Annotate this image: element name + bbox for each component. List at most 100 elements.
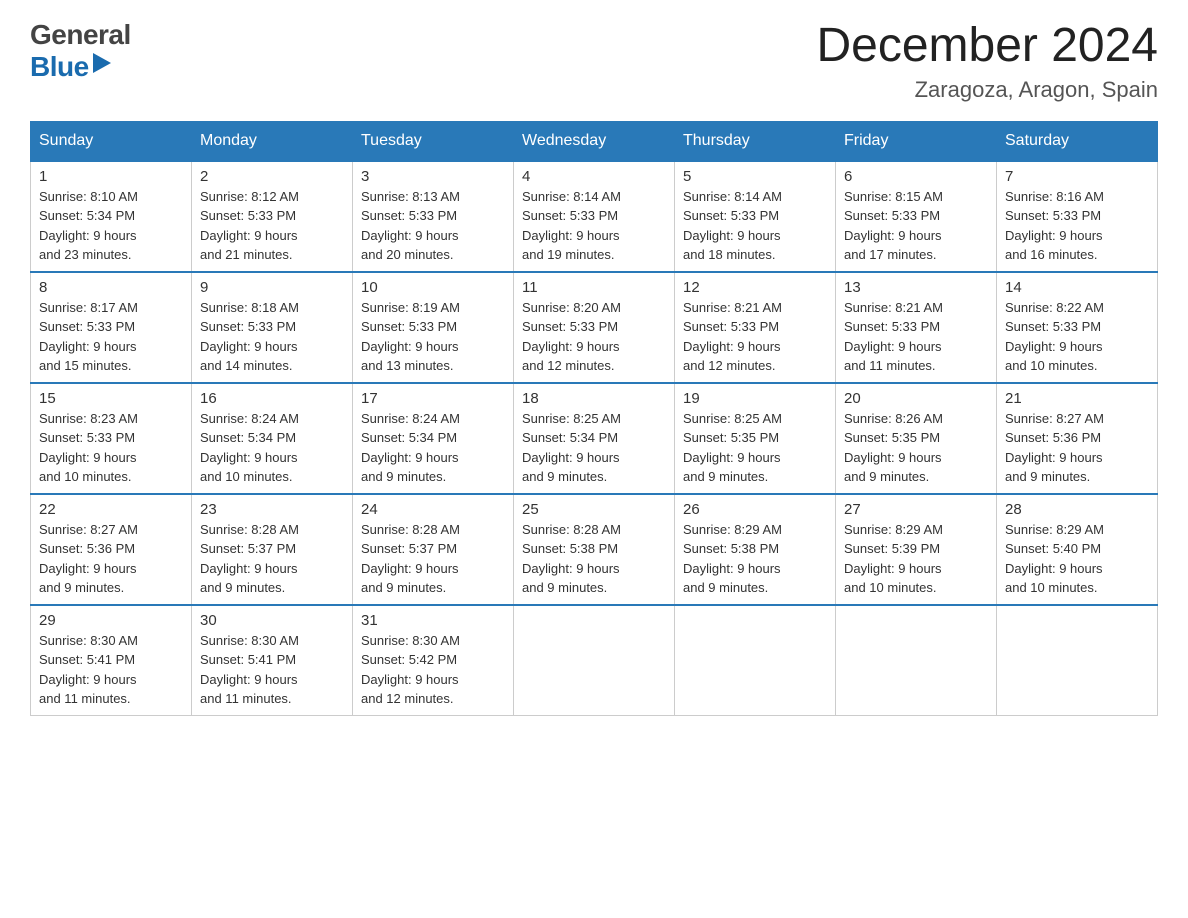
day-number: 11 [522, 279, 666, 296]
day-info: Sunrise: 8:10 AMSunset: 5:34 PMDaylight:… [39, 187, 183, 265]
day-info: Sunrise: 8:14 AMSunset: 5:33 PMDaylight:… [683, 187, 827, 265]
day-number: 6 [844, 168, 988, 185]
day-number: 22 [39, 501, 183, 518]
calendar-cell [675, 605, 836, 716]
calendar-cell: 2 Sunrise: 8:12 AMSunset: 5:33 PMDayligh… [192, 161, 353, 272]
calendar-cell: 5 Sunrise: 8:14 AMSunset: 5:33 PMDayligh… [675, 161, 836, 272]
calendar-cell: 19 Sunrise: 8:25 AMSunset: 5:35 PMDaylig… [675, 383, 836, 494]
calendar-cell: 14 Sunrise: 8:22 AMSunset: 5:33 PMDaylig… [997, 272, 1158, 383]
weekday-header-saturday: Saturday [997, 121, 1158, 161]
calendar-cell: 6 Sunrise: 8:15 AMSunset: 5:33 PMDayligh… [836, 161, 997, 272]
day-info: Sunrise: 8:30 AMSunset: 5:41 PMDaylight:… [39, 631, 183, 709]
calendar-cell: 17 Sunrise: 8:24 AMSunset: 5:34 PMDaylig… [353, 383, 514, 494]
day-number: 26 [683, 501, 827, 518]
day-number: 1 [39, 168, 183, 185]
day-info: Sunrise: 8:18 AMSunset: 5:33 PMDaylight:… [200, 298, 344, 376]
calendar-cell: 29 Sunrise: 8:30 AMSunset: 5:41 PMDaylig… [31, 605, 192, 716]
calendar-cell: 13 Sunrise: 8:21 AMSunset: 5:33 PMDaylig… [836, 272, 997, 383]
calendar-cell: 7 Sunrise: 8:16 AMSunset: 5:33 PMDayligh… [997, 161, 1158, 272]
calendar-cell: 26 Sunrise: 8:29 AMSunset: 5:38 PMDaylig… [675, 494, 836, 605]
calendar-cell: 9 Sunrise: 8:18 AMSunset: 5:33 PMDayligh… [192, 272, 353, 383]
day-number: 19 [683, 390, 827, 407]
day-info: Sunrise: 8:16 AMSunset: 5:33 PMDaylight:… [1005, 187, 1149, 265]
calendar-cell: 24 Sunrise: 8:28 AMSunset: 5:37 PMDaylig… [353, 494, 514, 605]
day-info: Sunrise: 8:29 AMSunset: 5:38 PMDaylight:… [683, 520, 827, 598]
day-info: Sunrise: 8:21 AMSunset: 5:33 PMDaylight:… [683, 298, 827, 376]
day-number: 4 [522, 168, 666, 185]
day-info: Sunrise: 8:21 AMSunset: 5:33 PMDaylight:… [844, 298, 988, 376]
day-info: Sunrise: 8:27 AMSunset: 5:36 PMDaylight:… [1005, 409, 1149, 487]
weekday-header-wednesday: Wednesday [514, 121, 675, 161]
day-info: Sunrise: 8:27 AMSunset: 5:36 PMDaylight:… [39, 520, 183, 598]
calendar-cell: 3 Sunrise: 8:13 AMSunset: 5:33 PMDayligh… [353, 161, 514, 272]
day-info: Sunrise: 8:22 AMSunset: 5:33 PMDaylight:… [1005, 298, 1149, 376]
day-info: Sunrise: 8:23 AMSunset: 5:33 PMDaylight:… [39, 409, 183, 487]
day-info: Sunrise: 8:30 AMSunset: 5:42 PMDaylight:… [361, 631, 505, 709]
day-info: Sunrise: 8:19 AMSunset: 5:33 PMDaylight:… [361, 298, 505, 376]
weekday-header-monday: Monday [192, 121, 353, 161]
day-info: Sunrise: 8:14 AMSunset: 5:33 PMDaylight:… [522, 187, 666, 265]
day-info: Sunrise: 8:24 AMSunset: 5:34 PMDaylight:… [200, 409, 344, 487]
day-info: Sunrise: 8:28 AMSunset: 5:38 PMDaylight:… [522, 520, 666, 598]
day-info: Sunrise: 8:28 AMSunset: 5:37 PMDaylight:… [361, 520, 505, 598]
location-title: Zaragoza, Aragon, Spain [816, 77, 1158, 103]
calendar-cell: 27 Sunrise: 8:29 AMSunset: 5:39 PMDaylig… [836, 494, 997, 605]
day-number: 2 [200, 168, 344, 185]
day-number: 3 [361, 168, 505, 185]
calendar-cell: 15 Sunrise: 8:23 AMSunset: 5:33 PMDaylig… [31, 383, 192, 494]
day-number: 23 [200, 501, 344, 518]
day-number: 9 [200, 279, 344, 296]
day-number: 20 [844, 390, 988, 407]
day-number: 28 [1005, 501, 1149, 518]
day-number: 8 [39, 279, 183, 296]
calendar-week-row: 1 Sunrise: 8:10 AMSunset: 5:34 PMDayligh… [31, 161, 1158, 272]
calendar-cell [514, 605, 675, 716]
calendar-cell: 4 Sunrise: 8:14 AMSunset: 5:33 PMDayligh… [514, 161, 675, 272]
weekday-header-tuesday: Tuesday [353, 121, 514, 161]
calendar-cell: 22 Sunrise: 8:27 AMSunset: 5:36 PMDaylig… [31, 494, 192, 605]
weekday-header-sunday: Sunday [31, 121, 192, 161]
calendar-cell: 30 Sunrise: 8:30 AMSunset: 5:41 PMDaylig… [192, 605, 353, 716]
calendar-cell: 18 Sunrise: 8:25 AMSunset: 5:34 PMDaylig… [514, 383, 675, 494]
day-number: 21 [1005, 390, 1149, 407]
day-number: 14 [1005, 279, 1149, 296]
day-number: 17 [361, 390, 505, 407]
calendar-cell [997, 605, 1158, 716]
day-number: 30 [200, 612, 344, 629]
logo-general: General [30, 20, 131, 51]
calendar-cell: 1 Sunrise: 8:10 AMSunset: 5:34 PMDayligh… [31, 161, 192, 272]
day-info: Sunrise: 8:28 AMSunset: 5:37 PMDaylight:… [200, 520, 344, 598]
day-info: Sunrise: 8:29 AMSunset: 5:40 PMDaylight:… [1005, 520, 1149, 598]
day-info: Sunrise: 8:13 AMSunset: 5:33 PMDaylight:… [361, 187, 505, 265]
calendar-cell: 12 Sunrise: 8:21 AMSunset: 5:33 PMDaylig… [675, 272, 836, 383]
day-info: Sunrise: 8:25 AMSunset: 5:34 PMDaylight:… [522, 409, 666, 487]
logo: General Blue [30, 20, 131, 83]
day-info: Sunrise: 8:17 AMSunset: 5:33 PMDaylight:… [39, 298, 183, 376]
day-number: 15 [39, 390, 183, 407]
weekday-header-row: SundayMondayTuesdayWednesdayThursdayFrid… [31, 121, 1158, 161]
day-number: 27 [844, 501, 988, 518]
calendar-week-row: 29 Sunrise: 8:30 AMSunset: 5:41 PMDaylig… [31, 605, 1158, 716]
calendar-cell [836, 605, 997, 716]
logo-blue: Blue [30, 51, 89, 83]
day-number: 5 [683, 168, 827, 185]
day-info: Sunrise: 8:29 AMSunset: 5:39 PMDaylight:… [844, 520, 988, 598]
calendar-cell: 8 Sunrise: 8:17 AMSunset: 5:33 PMDayligh… [31, 272, 192, 383]
day-info: Sunrise: 8:24 AMSunset: 5:34 PMDaylight:… [361, 409, 505, 487]
calendar-cell: 11 Sunrise: 8:20 AMSunset: 5:33 PMDaylig… [514, 272, 675, 383]
logo-arrow-icon [93, 53, 111, 73]
calendar-cell: 10 Sunrise: 8:19 AMSunset: 5:33 PMDaylig… [353, 272, 514, 383]
day-number: 25 [522, 501, 666, 518]
calendar-cell: 25 Sunrise: 8:28 AMSunset: 5:38 PMDaylig… [514, 494, 675, 605]
weekday-header-friday: Friday [836, 121, 997, 161]
calendar-cell: 21 Sunrise: 8:27 AMSunset: 5:36 PMDaylig… [997, 383, 1158, 494]
day-number: 29 [39, 612, 183, 629]
day-info: Sunrise: 8:25 AMSunset: 5:35 PMDaylight:… [683, 409, 827, 487]
calendar-table: SundayMondayTuesdayWednesdayThursdayFrid… [30, 121, 1158, 716]
day-number: 7 [1005, 168, 1149, 185]
calendar-cell: 16 Sunrise: 8:24 AMSunset: 5:34 PMDaylig… [192, 383, 353, 494]
calendar-cell: 28 Sunrise: 8:29 AMSunset: 5:40 PMDaylig… [997, 494, 1158, 605]
weekday-header-thursday: Thursday [675, 121, 836, 161]
day-number: 13 [844, 279, 988, 296]
calendar-cell: 31 Sunrise: 8:30 AMSunset: 5:42 PMDaylig… [353, 605, 514, 716]
